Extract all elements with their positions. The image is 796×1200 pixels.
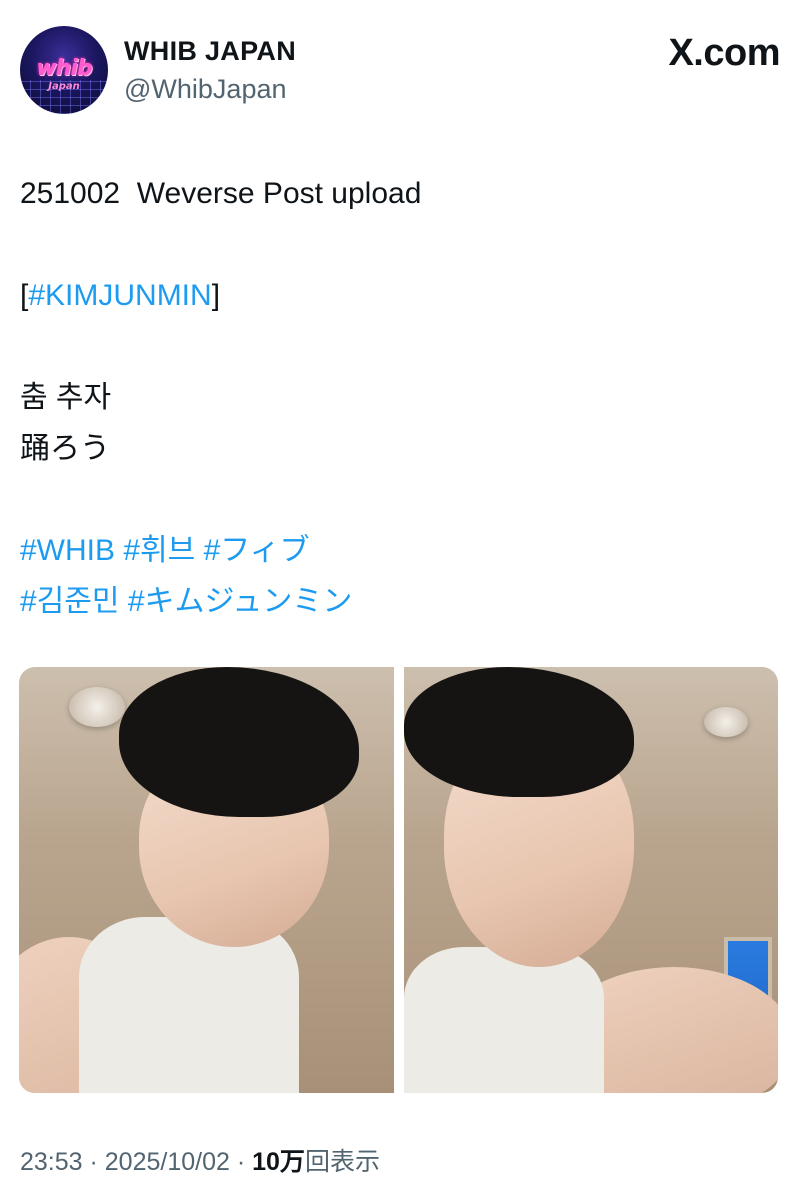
post-time[interactable]: 23:53 (20, 1148, 83, 1176)
tank-top (79, 917, 299, 1093)
view-label: 回表示 (304, 1148, 380, 1176)
hair (403, 667, 634, 797)
hashtag-whib-korean[interactable]: #휘브 (123, 534, 195, 567)
photo-2[interactable] (403, 667, 778, 1093)
hair (119, 667, 359, 817)
avatar-logo-subtext: Japan (48, 81, 80, 92)
ceiling-light (703, 707, 748, 737)
post-line-japanese: 踊ろう (20, 432, 110, 465)
post-text: 251002 Weverse Post upload [#KIMJUNMIN] … (20, 168, 776, 627)
hashtag-kimjunmin[interactable]: #KIMJUNMIN (28, 279, 211, 312)
tank-top (403, 947, 604, 1093)
avatar-logo-text: whib (36, 56, 92, 81)
hashtag-whib-japanese[interactable]: #フィブ (204, 534, 310, 567)
hashtag-kimjunmin-japanese[interactable]: #キムジュンミン (128, 585, 353, 618)
photo-1[interactable] (19, 667, 394, 1093)
hashtag-kimjunmin-korean[interactable]: #김준민 (20, 585, 120, 618)
meta-separator: · (229, 1148, 253, 1176)
meta-separator: · (82, 1148, 105, 1176)
user-handle[interactable]: @WhibJapan (124, 74, 287, 105)
view-count: 10万 (252, 1148, 305, 1176)
media-grid (19, 667, 778, 1093)
post-header: whib Japan WHIB JAPAN @WhibJapan X.com (20, 26, 780, 118)
post-line-korean: 춤 추자 (20, 381, 112, 414)
display-name[interactable]: WHIB JAPAN (124, 36, 296, 67)
x-logo[interactable]: X.com (668, 32, 780, 75)
post-line-date: 251002 Weverse Post upload (20, 177, 422, 210)
avatar[interactable]: whib Japan (20, 26, 108, 114)
bracket-close: ] (211, 279, 221, 312)
post-line-member-tag: [#KIMJUNMIN] (20, 270, 776, 321)
hashtag-row-1: #WHIB #휘브 #フィブ (20, 525, 776, 576)
post-date[interactable]: 2025/10/02 (105, 1148, 230, 1176)
hashtag-row-2: #김준민 #キムジュンミン (20, 576, 776, 627)
hashtag-whib[interactable]: #WHIB (20, 534, 115, 567)
ceiling-light (69, 687, 125, 727)
post-meta: 23:53 · 2025/10/02 · 10万回表示 (20, 1142, 380, 1178)
